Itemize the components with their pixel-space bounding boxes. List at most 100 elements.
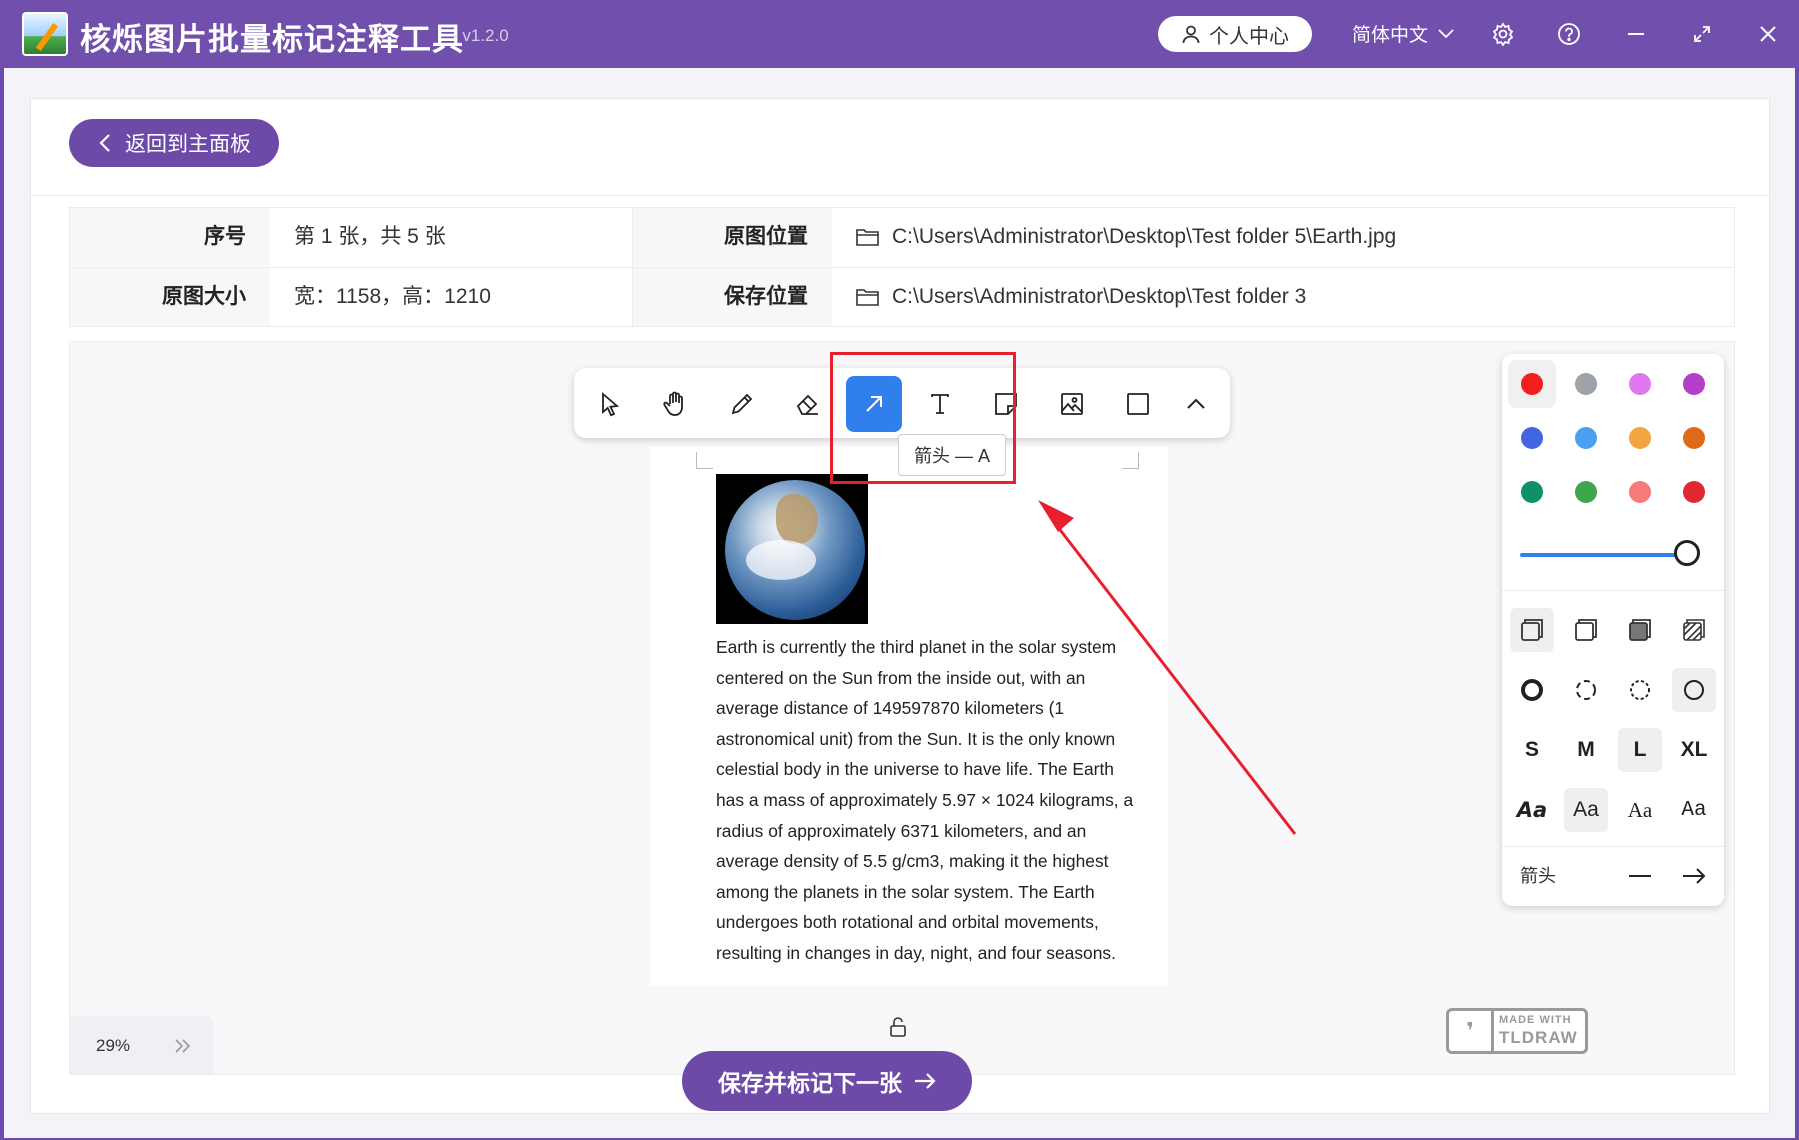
save-path-label: 保存位置: [632, 268, 832, 326]
fill-semi-button[interactable]: [1564, 608, 1608, 652]
color-swatch[interactable]: [1683, 427, 1705, 449]
close-icon[interactable]: [1754, 20, 1782, 48]
save-and-next-button[interactable]: 保存并标记下一张: [682, 1051, 972, 1111]
tldraw-watermark[interactable]: ❜ MADE WITH TLDRAW: [1446, 1008, 1588, 1054]
opacity-slider[interactable]: [1520, 553, 1690, 557]
drawing-canvas[interactable]: Earth is currently the third planet in t…: [69, 341, 1735, 1075]
color-swatch[interactable]: [1521, 373, 1543, 395]
orig-path-field[interactable]: C:\Users\Administrator\Desktop\Test fold…: [856, 208, 1396, 266]
app-version: - v1.2.0: [452, 26, 509, 45]
zoom-control[interactable]: 29%: [70, 1016, 214, 1074]
font-sans-button[interactable]: Aa: [1564, 788, 1608, 832]
select-tool-button[interactable]: [582, 376, 638, 432]
size-m-button[interactable]: M: [1564, 728, 1608, 772]
opacity-slider-knob[interactable]: [1674, 540, 1700, 566]
font-draw-button[interactable]: Aa: [1510, 788, 1554, 832]
content-panel: 返回到主面板 序号 第 1 张，共 5 张 原图位置 C:\Users\Admi…: [30, 98, 1770, 1114]
color-swatch[interactable]: [1575, 481, 1597, 503]
draw-tool-button[interactable]: [714, 376, 770, 432]
highlight-box: [830, 352, 1016, 484]
line-icon: [1629, 875, 1651, 877]
hand-tool-button[interactable]: [648, 376, 704, 432]
fill-solid-button[interactable]: [1618, 608, 1662, 652]
fill-pattern-icon: [1683, 619, 1705, 641]
size-value: 宽：1158，高：1210: [294, 285, 491, 308]
language-label: 简体中文: [1352, 25, 1429, 46]
user-icon: [1182, 25, 1200, 44]
index-value: 第 1 张，共 5 张: [294, 225, 446, 248]
fill-pattern-button[interactable]: [1672, 608, 1716, 652]
dash-dashed-icon: [1576, 680, 1596, 700]
user-center-label: 个人中心: [1209, 25, 1289, 48]
back-to-main-button[interactable]: 返回到主面板: [69, 119, 279, 167]
pencil-icon: [731, 393, 753, 415]
chevron-left-icon: [99, 134, 110, 152]
dash-draw-icon: [1521, 679, 1543, 701]
color-swatch[interactable]: [1629, 481, 1651, 503]
folder-icon: [856, 229, 879, 246]
eraser-icon: [796, 394, 818, 415]
font-serif-button[interactable]: Aa: [1618, 788, 1662, 832]
eraser-tool-button[interactable]: [780, 376, 836, 432]
style-panel: S M L XL Aa Aa Aa Aa 箭头: [1502, 354, 1724, 906]
rectangle-icon: [1127, 393, 1149, 415]
zoom-value: 29%: [96, 1036, 131, 1055]
help-icon[interactable]: [1555, 20, 1583, 48]
size-xl-button[interactable]: XL: [1672, 728, 1716, 772]
size-s-button[interactable]: S: [1510, 728, 1554, 772]
color-swatch[interactable]: [1521, 481, 1543, 503]
more-tools-button[interactable]: [1168, 376, 1224, 432]
watermark-line2: TLDRAW: [1499, 1028, 1578, 1047]
fill-solid-icon: [1629, 619, 1651, 641]
unlock-icon[interactable]: [888, 1016, 908, 1038]
fill-none-icon: [1521, 619, 1543, 641]
divider: [1502, 590, 1724, 591]
dash-solid-icon: [1684, 680, 1704, 700]
arrow-right-icon: [915, 1073, 936, 1089]
dash-dotted-icon: [1630, 680, 1650, 700]
color-swatch[interactable]: [1629, 427, 1651, 449]
settings-gear-icon[interactable]: [1489, 20, 1517, 48]
user-center-button[interactable]: 个人中心: [1158, 16, 1312, 52]
arrowhead-start-button[interactable]: [1618, 854, 1662, 898]
divider: [1502, 846, 1724, 847]
arrowhead-end-button[interactable]: [1672, 854, 1716, 898]
arrowhead-label: 箭头: [1520, 866, 1556, 886]
color-swatch[interactable]: [1575, 427, 1597, 449]
minimize-icon[interactable]: [1622, 20, 1650, 48]
size-label: 原图大小: [70, 268, 270, 326]
title-bar: 核烁图片批量标记注释工具 - v1.2.0 个人中心 简体中文: [0, 0, 1799, 68]
color-swatch[interactable]: [1683, 481, 1705, 503]
language-select[interactable]: 简体中文: [1352, 20, 1454, 47]
dash-solid-button[interactable]: [1672, 668, 1716, 712]
color-swatch[interactable]: [1629, 373, 1651, 395]
dash-draw-button[interactable]: [1510, 668, 1554, 712]
watermark-line1: MADE WITH: [1499, 1014, 1572, 1026]
chevron-down-icon: [1438, 28, 1454, 38]
maximize-icon[interactable]: [1688, 20, 1716, 48]
color-swatch[interactable]: [1521, 427, 1543, 449]
fill-none-button[interactable]: [1510, 608, 1554, 652]
back-label: 返回到主面板: [125, 133, 251, 156]
save-next-label: 保存并标记下一张: [718, 1070, 902, 1096]
font-mono-button[interactable]: Aa: [1672, 788, 1716, 832]
fill-semi-icon: [1575, 619, 1597, 641]
image-tool-button[interactable]: [1044, 376, 1100, 432]
image-icon: [1061, 393, 1083, 415]
rectangle-tool-button[interactable]: [1110, 376, 1166, 432]
size-l-button[interactable]: L: [1618, 728, 1662, 772]
save-path-field[interactable]: C:\Users\Administrator\Desktop\Test fold…: [856, 268, 1306, 326]
double-chevron-right-icon[interactable]: [174, 1038, 192, 1054]
color-swatch[interactable]: [1575, 373, 1597, 395]
dash-dotted-button[interactable]: [1618, 668, 1662, 712]
cursor-icon: [602, 392, 620, 417]
folder-icon: [856, 289, 879, 306]
image-info-table: 序号 第 1 张，共 5 张 原图位置 C:\Users\Administrat…: [69, 207, 1735, 327]
dash-dashed-button[interactable]: [1564, 668, 1608, 712]
index-label: 序号: [70, 208, 270, 266]
arrow-right-icon: [1683, 868, 1706, 884]
divider: [31, 195, 1769, 196]
tldraw-logo-icon: ❜: [1449, 1011, 1494, 1051]
orig-path-label: 原图位置: [632, 208, 832, 266]
color-swatch[interactable]: [1683, 373, 1705, 395]
